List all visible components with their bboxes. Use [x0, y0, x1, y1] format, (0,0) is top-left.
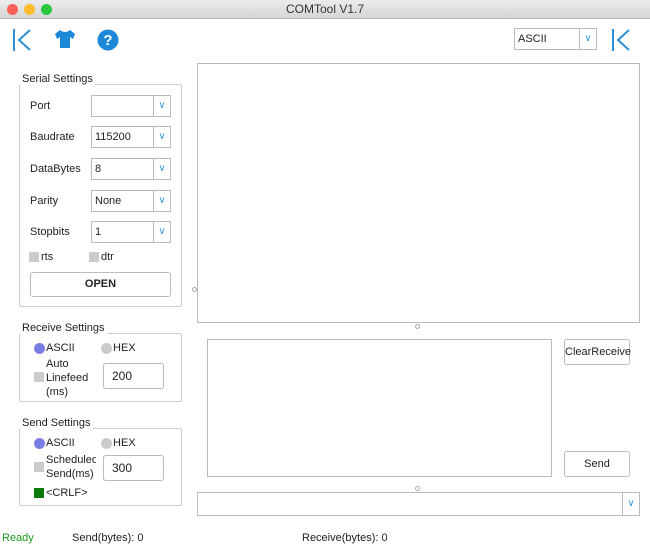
databytes-value: 8	[95, 163, 102, 175]
send-history-select[interactable]: ∨	[197, 492, 640, 516]
close-button[interactable]	[7, 4, 18, 15]
chevron-down-icon: ∨	[153, 222, 170, 242]
title-bar: COMTool V1.7	[0, 0, 650, 19]
send-hex-radio[interactable]	[101, 438, 112, 449]
receive-hex-label: HEX	[113, 342, 136, 354]
auto-linefeed-label: Auto Linefeed (ms)	[46, 358, 89, 398]
linefeed-ms-input[interactable]: 200	[103, 363, 164, 389]
splitter-handle[interactable]	[415, 486, 420, 491]
chevron-down-icon: ∨	[153, 96, 170, 116]
svg-text:?: ?	[103, 32, 112, 49]
scheduled-send-checkbox[interactable]	[34, 462, 44, 472]
auto-linefeed-checkbox[interactable]	[34, 372, 44, 382]
chevron-down-icon: ∨	[622, 493, 639, 515]
splitter-handle[interactable]	[192, 287, 197, 292]
minimize-button[interactable]	[24, 4, 35, 15]
send-ascii-radio[interactable]	[34, 438, 45, 449]
stopbits-label: Stopbits	[30, 226, 70, 238]
scheduled-send-label: Scheduled Send(ms)	[46, 454, 96, 480]
port-label: Port	[30, 100, 51, 112]
receive-bytes-count: Receive(bytes): 0	[302, 532, 388, 544]
port-select[interactable]: ∨	[91, 95, 171, 117]
send-text-area[interactable]	[207, 339, 552, 477]
receive-hex-radio[interactable]	[101, 343, 112, 354]
receive-ascii-label: ASCII	[46, 342, 75, 354]
chevron-down-icon: ∨	[153, 191, 170, 211]
splitter-handle[interactable]	[415, 324, 420, 329]
parity-label: Parity	[30, 195, 59, 207]
encoding-value: ASCII	[518, 33, 547, 45]
crlf-label: <CRLF>	[46, 487, 88, 499]
receive-ascii-radio[interactable]	[34, 343, 45, 354]
collapse-right-icon[interactable]	[611, 28, 631, 52]
send-hex-label: HEX	[113, 437, 136, 449]
send-bytes-count: Send(bytes): 0	[72, 532, 144, 544]
chevron-down-icon: ∨	[153, 159, 170, 179]
collapse-left-icon[interactable]	[12, 28, 32, 52]
rts-label: rts	[41, 251, 54, 263]
help-icon[interactable]: ?	[97, 29, 119, 51]
scheduled-ms-input[interactable]: 300	[103, 455, 164, 481]
send-button[interactable]: Send	[564, 451, 630, 477]
stopbits-select[interactable]: 1 ∨	[91, 221, 171, 243]
tshirt-icon[interactable]	[54, 29, 76, 49]
window-title: COMTool V1.7	[285, 2, 365, 16]
crlf-checkbox[interactable]	[34, 488, 44, 498]
baudrate-label: Baudrate	[30, 131, 75, 143]
stopbits-value: 1	[95, 226, 102, 238]
maximize-button[interactable]	[41, 4, 52, 15]
encoding-select[interactable]: ASCII ∨	[514, 28, 597, 50]
baudrate-value: 115200	[95, 131, 131, 143]
chevron-down-icon: ∨	[579, 29, 596, 49]
chevron-down-icon: ∨	[153, 127, 170, 147]
parity-select[interactable]: None ∨	[91, 190, 171, 212]
receive-settings-title: Receive Settings	[20, 322, 107, 334]
baudrate-select[interactable]: 115200 ∨	[91, 126, 171, 148]
send-ascii-label: ASCII	[46, 437, 75, 449]
clear-receive-button[interactable]: ClearReceive	[564, 339, 631, 365]
databytes-select[interactable]: 8 ∨	[91, 158, 171, 180]
send-settings-title: Send Settings	[20, 417, 93, 429]
open-button[interactable]: OPEN	[30, 272, 171, 297]
databytes-label: DataBytes	[30, 163, 81, 175]
parity-value: None	[95, 195, 122, 207]
status-ready: Ready	[2, 532, 34, 544]
rts-checkbox[interactable]	[29, 252, 39, 262]
dtr-label: dtr	[101, 251, 114, 263]
dtr-checkbox[interactable]	[89, 252, 99, 262]
serial-settings-title: Serial Settings	[20, 73, 95, 85]
receive-text-area[interactable]	[197, 63, 640, 323]
